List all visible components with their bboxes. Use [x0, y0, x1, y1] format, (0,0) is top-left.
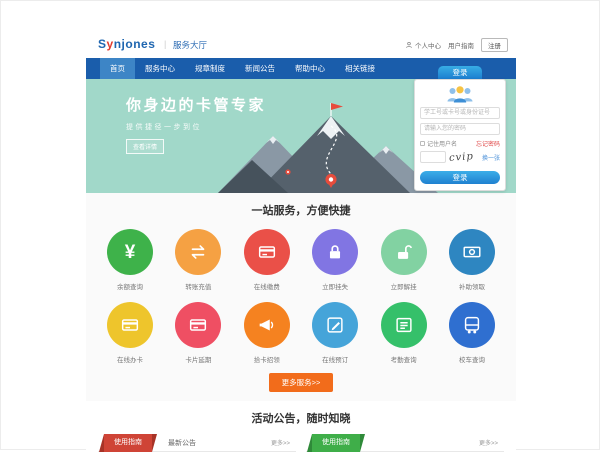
card-icon: [256, 241, 278, 263]
remember-checkbox[interactable]: [420, 141, 425, 146]
tab-usage-guide-right[interactable]: 使用指南: [312, 434, 360, 452]
nav-item-service-center[interactable]: 服务中心: [135, 58, 185, 79]
service-item-apply-card[interactable]: 在线办卡: [102, 302, 158, 364]
announcements-title: 活动公告，随时知晓: [86, 401, 516, 426]
more-services-button[interactable]: 更多服务>>: [269, 373, 334, 392]
service-item-card-extension[interactable]: 卡片延期: [170, 302, 226, 364]
user-guide-link[interactable]: 用户指南: [448, 40, 474, 50]
password-input[interactable]: [420, 123, 500, 135]
announcement-columns: 使用指南 最新公告 更多>> 使用指南 更多>>: [98, 434, 504, 452]
register-button[interactable]: 注册: [481, 38, 508, 52]
yen-icon: ¥: [125, 243, 136, 262]
page-canvas: Synjones | 服务大厅 个人中心 用户指南 注册 首页 服务中心 规章制…: [0, 0, 600, 450]
more-link-right[interactable]: 更多>>: [479, 438, 498, 447]
service-item-booking[interactable]: 在线预订: [307, 302, 363, 364]
service-item-lost-found[interactable]: 拾卡招领: [239, 302, 295, 364]
personal-center-label: 个人中心: [415, 40, 441, 50]
announcements-section: 活动公告，随时知晓 使用指南 最新公告 更多>> 使用指南 更多>>: [86, 401, 516, 452]
card-icon: [187, 314, 209, 336]
list-icon: [393, 314, 415, 336]
services-row-1: ¥ 余额查询 转账充值 在线缴费 立即挂失: [102, 229, 500, 291]
service-item-report-loss[interactable]: 立即挂失: [307, 229, 363, 291]
logo-divider: |: [164, 39, 166, 49]
banknote-icon: [461, 241, 483, 263]
personal-center-link[interactable]: 个人中心: [405, 40, 441, 50]
username-input[interactable]: [420, 107, 500, 119]
megaphone-icon: [256, 314, 278, 336]
login-panel: 登录 记住用户名 忘记密码 cvip 换一张 登录: [414, 66, 506, 191]
remember-label: 记住用户名: [427, 139, 457, 148]
logo-accent: y: [107, 37, 114, 51]
service-item-attendance[interactable]: 考勤查询: [376, 302, 432, 364]
captcha-row: cvip 换一张: [420, 151, 500, 163]
services-row-2: 在线办卡 卡片延期 拾卡招领 在线预订: [102, 302, 500, 364]
change-captcha-link[interactable]: 换一张: [482, 153, 500, 162]
nav-item-regulations[interactable]: 规章制度: [185, 58, 235, 79]
service-item-pay[interactable]: 在线缴费: [239, 229, 295, 291]
remember-row: 记住用户名 忘记密码: [420, 139, 500, 148]
nav-item-help-center[interactable]: 帮助中心: [285, 58, 335, 79]
top-header: Synjones | 服务大厅 个人中心 用户指南 注册: [86, 31, 516, 58]
login-tab[interactable]: 登录: [438, 66, 482, 79]
login-card: 记住用户名 忘记密码 cvip 换一张 登录: [414, 79, 506, 191]
edit-icon: [324, 314, 346, 336]
nav-item-home[interactable]: 首页: [100, 58, 135, 79]
services-title: 一站服务，方便快捷: [86, 193, 516, 218]
tab-latest-news[interactable]: 最新公告: [168, 438, 196, 448]
service-item-school-bus[interactable]: 校车查询: [444, 302, 500, 364]
bus-icon: [461, 314, 483, 336]
tab-usage-guide-left[interactable]: 使用指南: [104, 434, 152, 452]
mountain-illustration: [218, 98, 438, 193]
logo[interactable]: Synjones: [98, 37, 155, 51]
more-link-left[interactable]: 更多>>: [271, 438, 290, 447]
forgot-password-link[interactable]: 忘记密码: [476, 139, 500, 148]
user-guide-label: 用户指南: [448, 40, 474, 50]
lock-icon: [324, 241, 346, 263]
logo-part2: njones: [114, 37, 156, 51]
service-item-transfer[interactable]: 转账充值: [170, 229, 226, 291]
service-item-subsidy[interactable]: 补助领取: [444, 229, 500, 291]
login-submit-button[interactable]: 登录: [420, 171, 500, 184]
nav-item-links[interactable]: 相关链接: [335, 58, 385, 79]
captcha-input[interactable]: [420, 151, 446, 163]
header-right: 个人中心 用户指南 注册: [405, 38, 508, 52]
unlock-icon: [393, 241, 415, 263]
site-name: 服务大厅: [173, 39, 207, 51]
transfer-icon: [187, 241, 209, 263]
announcement-column-right: 使用指南 更多>>: [306, 434, 504, 452]
service-item-unfreeze[interactable]: 立即解挂: [376, 229, 432, 291]
service-item-balance[interactable]: ¥ 余额查询: [102, 229, 158, 291]
captcha-image[interactable]: cvip: [449, 151, 475, 164]
logo-part1: S: [98, 37, 107, 51]
user-icon: [405, 41, 413, 49]
hero-cta-button[interactable]: 查看详情: [126, 139, 164, 154]
users-group-icon: [444, 84, 476, 104]
services-section: 一站服务，方便快捷 ¥ 余额查询 转账充值 在线缴费: [86, 193, 516, 401]
card-icon: [119, 314, 141, 336]
nav-item-news[interactable]: 新闻公告: [235, 58, 285, 79]
site-container: Synjones | 服务大厅 个人中心 用户指南 注册 首页 服务中心 规章制…: [86, 31, 516, 452]
announcement-column-left: 使用指南 最新公告 更多>>: [98, 434, 296, 452]
